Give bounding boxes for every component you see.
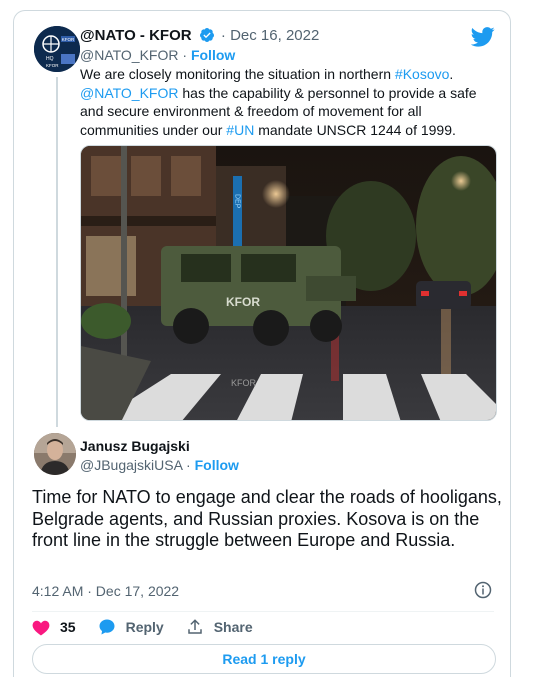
kfor-avatar[interactable]: KFOR HQ KFOR <box>34 26 80 72</box>
twitter-logo-icon[interactable] <box>470 27 495 52</box>
hashtag-un-link[interactable]: #UN <box>226 122 254 138</box>
thread-connector-line <box>56 77 58 427</box>
share-icon <box>187 619 202 634</box>
handle-separator: · <box>186 457 191 473</box>
main-handle-row: @JBugajskiUSA · Follow <box>80 456 239 474</box>
tweet-timestamp[interactable]: 4:12 AM · Dec 17, 2022 <box>32 582 179 600</box>
heart-icon <box>32 620 50 635</box>
svg-text:KFOR: KFOR <box>226 295 260 309</box>
reply-bubble-icon <box>99 619 115 635</box>
svg-text:KFOR: KFOR <box>46 63 59 68</box>
quoted-text-segment: . <box>449 66 454 82</box>
quoted-handle[interactable]: @NATO_KFOR <box>80 47 179 63</box>
like-button[interactable]: 35 <box>32 619 76 636</box>
divider <box>32 611 494 612</box>
embedded-tweet-card: KFOR HQ KFOR @NATO - KFOR · Dec 16, 2022… <box>13 10 511 677</box>
tweet-actions-bar: 35 Reply Share <box>32 617 275 637</box>
reply-button[interactable]: Reply <box>98 618 164 636</box>
quoted-handle-row: @NATO_KFOR · Follow <box>80 46 235 64</box>
header-separator: · <box>220 27 226 44</box>
quoted-text-segment: We are closely monitoring the situation … <box>80 66 395 82</box>
svg-text:DEP: DEP <box>234 194 241 209</box>
hashtag-kosovo-link[interactable]: #Kosovo <box>395 66 449 82</box>
main-tweet-text: Time for NATO to engage and clear the ro… <box>32 487 502 550</box>
janusz-bugajski-avatar[interactable] <box>34 433 76 475</box>
mention-nato-kfor-link[interactable]: @NATO_KFOR <box>80 85 179 101</box>
read-reply-button[interactable]: Read 1 reply <box>32 644 496 674</box>
kfor-vehicle-night-photo[interactable]: DEP KFOR KFOR <box>80 145 497 421</box>
main-author-name[interactable]: Janusz Bugajski <box>80 437 190 455</box>
follow-kfor-button[interactable]: Follow <box>191 47 235 63</box>
reply-label: Reply <box>125 619 164 635</box>
share-label: Share <box>213 619 253 635</box>
quoted-tweet-text: We are closely monitoring the situation … <box>80 65 500 139</box>
svg-text:KFOR: KFOR <box>62 37 75 42</box>
quoted-text-segment: mandate UNSCR 1244 of 1999. <box>254 121 456 138</box>
handle-separator: · <box>182 47 188 63</box>
quoted-author-name[interactable]: @NATO - KFOR <box>80 27 192 44</box>
like-count: 35 <box>60 619 76 635</box>
svg-text:HQ: HQ <box>46 56 54 62</box>
info-icon[interactable] <box>474 581 492 604</box>
follow-janusz-button[interactable]: Follow <box>195 457 239 473</box>
main-handle[interactable]: @JBugajskiUSA <box>80 457 182 473</box>
quoted-tweet-date[interactable]: Dec 16, 2022 <box>230 27 319 44</box>
svg-text:KFOR: KFOR <box>231 378 257 388</box>
share-button[interactable]: Share <box>186 618 253 636</box>
